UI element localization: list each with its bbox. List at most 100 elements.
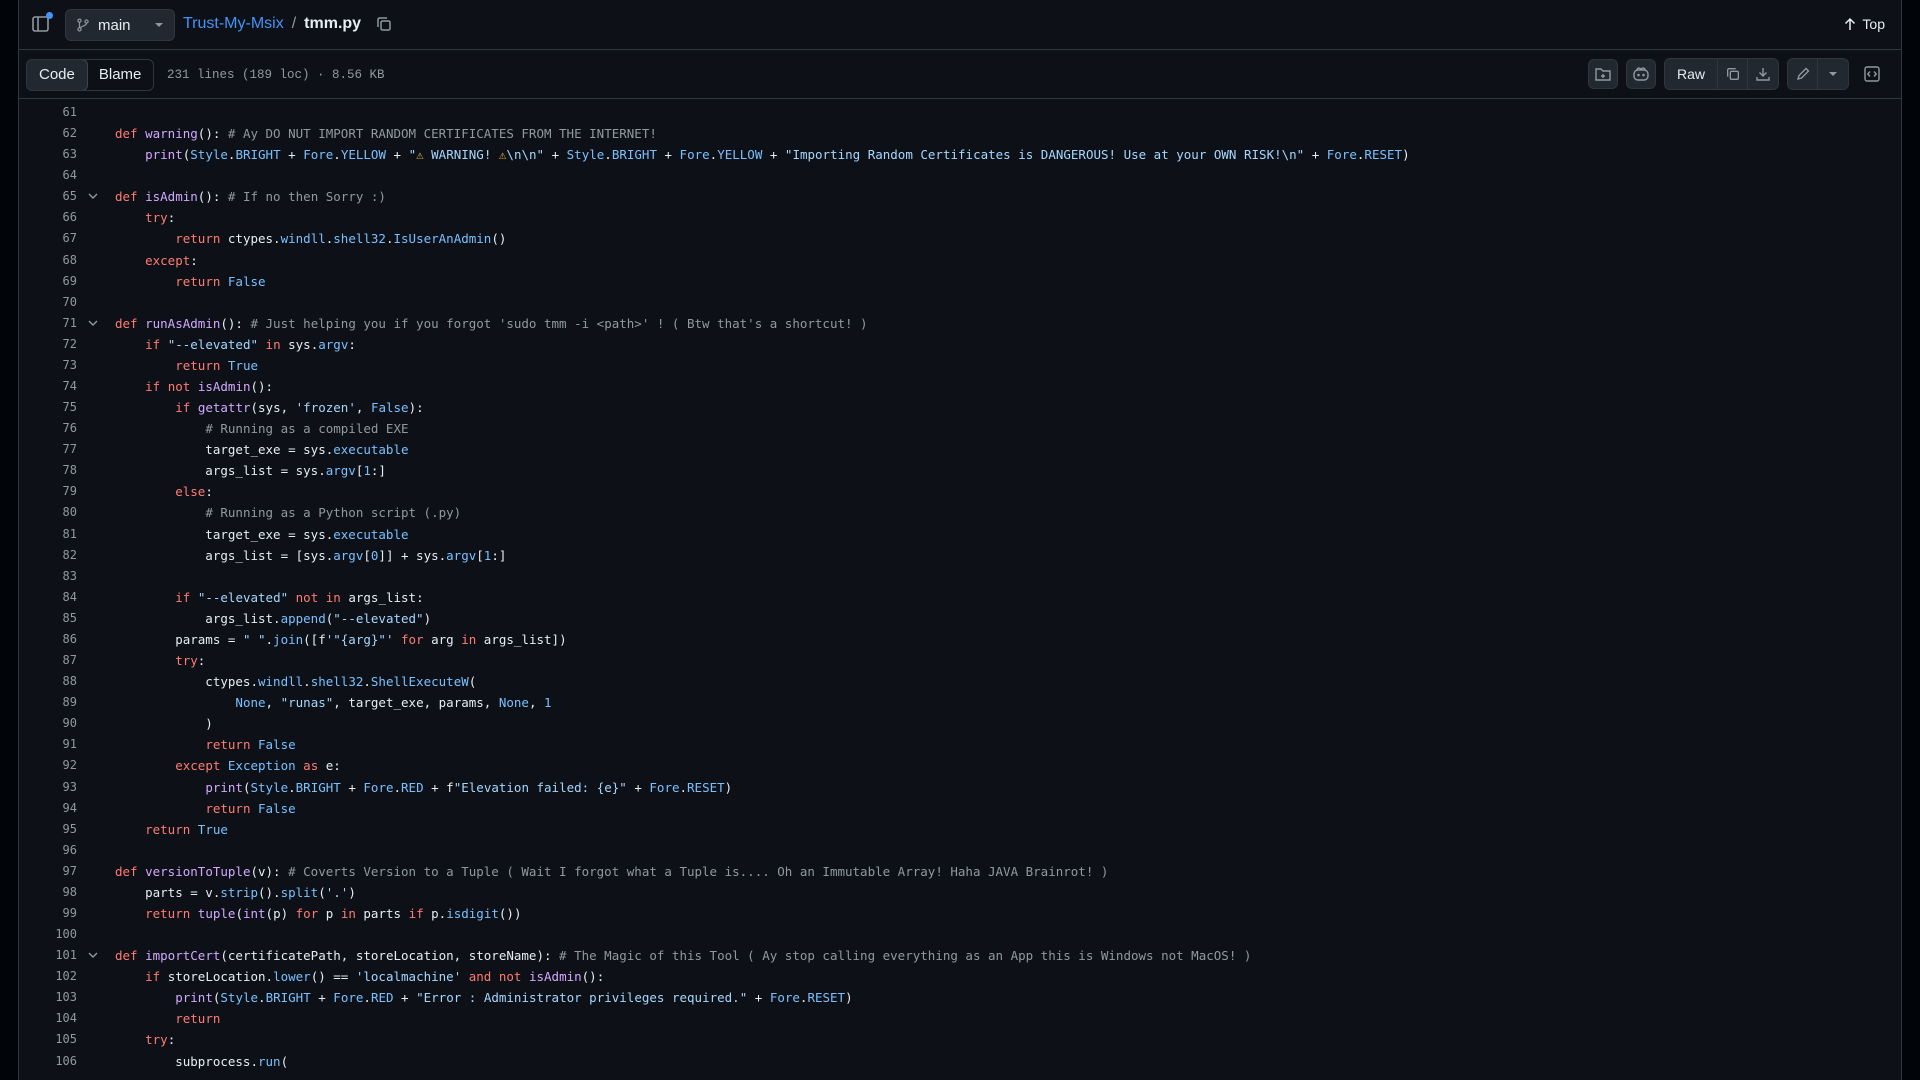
arrow-up-icon xyxy=(1844,17,1856,31)
code-line: 91 return False xyxy=(19,734,1901,755)
tab-blame[interactable]: Blame xyxy=(87,60,154,90)
chevron-down-icon xyxy=(154,20,164,30)
line-number[interactable]: 86 xyxy=(19,629,77,650)
line-number[interactable]: 91 xyxy=(19,734,77,755)
line-number[interactable]: 68 xyxy=(19,250,77,271)
line-number[interactable]: 103 xyxy=(19,987,77,1008)
code-text: # Running as a Python script (.py) xyxy=(205,505,462,521)
code-text: if storeLocation.lower() == 'localmachin… xyxy=(145,969,605,985)
add-file-icon[interactable] xyxy=(1587,59,1618,89)
line-number[interactable]: 76 xyxy=(19,418,77,439)
code-text: print(Style.BRIGHT + Fore.YELLOW + "⚠ WA… xyxy=(145,147,1410,163)
line-number[interactable]: 64 xyxy=(19,165,77,186)
code-line: 78 args_list = sys.argv[1:] xyxy=(19,460,1901,481)
raw-button[interactable]: Raw xyxy=(1664,59,1718,89)
line-number[interactable]: 69 xyxy=(19,271,77,292)
line-number[interactable]: 65 xyxy=(19,186,77,207)
code-line: 67 return ctypes.windll.shell32.IsUserAn… xyxy=(19,228,1901,249)
code-square-icon[interactable] xyxy=(1857,59,1887,89)
line-number[interactable]: 99 xyxy=(19,903,77,924)
line-number[interactable]: 104 xyxy=(19,1008,77,1029)
file-info: 231 lines (189 loc) · 8.56 KB xyxy=(167,68,385,82)
edit-group xyxy=(1787,58,1849,90)
file-toolbar: Code Blame 231 lines (189 loc) · 8.56 KB… xyxy=(19,50,1901,99)
code-line: 79 else: xyxy=(19,481,1901,502)
line-number[interactable]: 97 xyxy=(19,861,77,882)
code-text: if getattr(sys, 'frozen', False): xyxy=(175,400,424,416)
line-number[interactable]: 92 xyxy=(19,755,77,776)
code-line: 64 xyxy=(19,165,1901,186)
line-number[interactable]: 101 xyxy=(19,945,77,966)
tab-code[interactable]: Code xyxy=(27,60,88,90)
code-line: 68 except: xyxy=(19,250,1901,271)
line-number[interactable]: 70 xyxy=(19,292,77,313)
line-number[interactable]: 62 xyxy=(19,123,77,144)
edit-options-chevron-down-icon[interactable] xyxy=(1818,59,1848,89)
line-number[interactable]: 80 xyxy=(19,502,77,523)
code-line: 100 xyxy=(19,924,1901,945)
sidebar-panel-icon[interactable] xyxy=(31,12,53,34)
download-icon[interactable] xyxy=(1748,59,1778,89)
top-label: Top xyxy=(1862,16,1885,32)
copy-raw-icon[interactable] xyxy=(1718,59,1748,89)
file-viewer: main Trust-My-Msix / tmm.py Top Code Bla… xyxy=(18,0,1902,1080)
code-line: 63 print(Style.BRIGHT + Fore.YELLOW + "⚠… xyxy=(19,144,1901,165)
code-line: 87 try: xyxy=(19,650,1901,671)
code-text: def runAsAdmin(): # Just helping you if … xyxy=(115,315,868,331)
line-number[interactable]: 94 xyxy=(19,798,77,819)
line-number[interactable]: 79 xyxy=(19,481,77,502)
line-number[interactable]: 95 xyxy=(19,819,77,840)
repo-link[interactable]: Trust-My-Msix xyxy=(183,15,284,33)
line-number[interactable]: 71 xyxy=(19,313,77,334)
line-number[interactable]: 89 xyxy=(19,692,77,713)
code-line: 89 None, "runas", target_exe, params, No… xyxy=(19,692,1901,713)
top-button[interactable]: Top xyxy=(1844,16,1885,32)
line-number[interactable]: 77 xyxy=(19,439,77,460)
line-number[interactable]: 105 xyxy=(19,1029,77,1050)
line-number[interactable]: 87 xyxy=(19,650,77,671)
fold-chevron-icon[interactable] xyxy=(87,949,99,961)
code-text: try: xyxy=(145,1032,176,1048)
line-number[interactable]: 98 xyxy=(19,882,77,903)
line-number[interactable]: 66 xyxy=(19,207,77,228)
line-number[interactable]: 73 xyxy=(19,355,77,376)
line-number[interactable]: 63 xyxy=(19,144,77,165)
line-number[interactable]: 83 xyxy=(19,566,77,587)
line-number[interactable]: 81 xyxy=(19,524,77,545)
code-line: 104 return xyxy=(19,1008,1901,1029)
line-number[interactable]: 67 xyxy=(19,228,77,249)
code-text: if not isAdmin(): xyxy=(145,379,274,395)
line-number[interactable]: 88 xyxy=(19,671,77,692)
fold-chevron-icon[interactable] xyxy=(87,317,99,329)
copilot-icon[interactable] xyxy=(1625,59,1656,89)
code-text: return True xyxy=(175,357,259,373)
line-number[interactable]: 93 xyxy=(19,777,77,798)
line-number[interactable]: 84 xyxy=(19,587,77,608)
line-number[interactable]: 85 xyxy=(19,608,77,629)
line-number[interactable]: 75 xyxy=(19,397,77,418)
code-text: args_list = sys.argv[1:] xyxy=(115,463,386,479)
branch-selector[interactable]: main xyxy=(65,9,175,41)
code-line: 101 def importCert(certificatePath, store… xyxy=(19,945,1901,966)
line-number[interactable]: 61 xyxy=(19,102,77,123)
line-number[interactable]: 78 xyxy=(19,460,77,481)
line-number[interactable]: 82 xyxy=(19,545,77,566)
line-number[interactable]: 100 xyxy=(19,924,77,945)
file-header: main Trust-My-Msix / tmm.py Top xyxy=(19,0,1901,50)
fold-chevron-icon[interactable] xyxy=(87,190,99,202)
line-number[interactable]: 74 xyxy=(19,376,77,397)
code-text: return False xyxy=(175,273,266,289)
line-number[interactable]: 106 xyxy=(19,1051,77,1072)
line-number[interactable]: 90 xyxy=(19,713,77,734)
code-line: 80 # Running as a Python script (.py) xyxy=(19,502,1901,523)
code-text: return True xyxy=(145,821,228,837)
line-number[interactable]: 96 xyxy=(19,840,77,861)
line-number[interactable]: 102 xyxy=(19,966,77,987)
pencil-icon[interactable] xyxy=(1788,59,1818,89)
breadcrumb: Trust-My-Msix / tmm.py xyxy=(183,15,393,33)
code-line: 102 if storeLocation.lower() == 'localma… xyxy=(19,966,1901,987)
code-text: try: xyxy=(175,653,206,669)
code-text: try: xyxy=(145,210,176,226)
copy-icon[interactable] xyxy=(375,15,393,33)
line-number[interactable]: 72 xyxy=(19,334,77,355)
